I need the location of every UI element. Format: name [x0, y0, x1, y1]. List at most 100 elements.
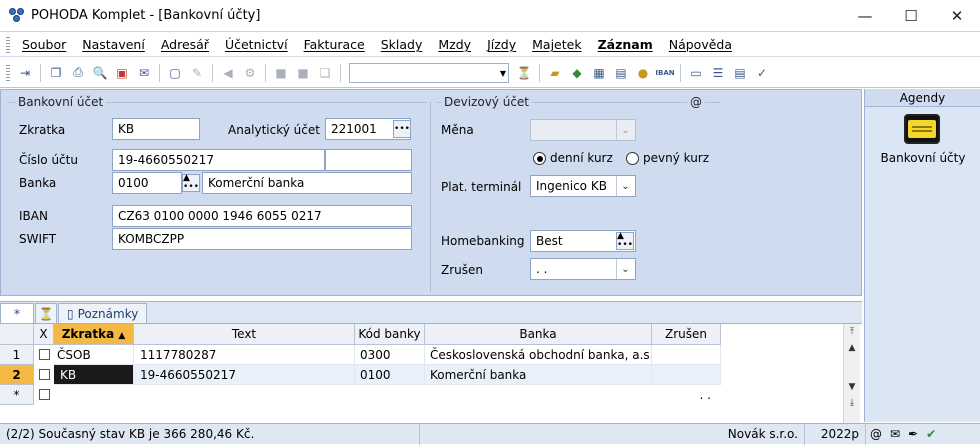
print-icon[interactable]: ⎙ — [68, 63, 88, 83]
menu-majetek[interactable]: Majetek — [524, 37, 589, 52]
report-icon[interactable]: ▤ — [730, 63, 750, 83]
note-icon[interactable]: ▭ — [686, 63, 706, 83]
cell-kod-banky[interactable]: 0300 — [355, 345, 425, 365]
column-header-banka[interactable]: Banka — [425, 324, 652, 345]
menu-nastaveni[interactable]: Nastavení — [74, 37, 153, 52]
menu-bar: Soubor Nastavení Adresář Účetnictví Fakt… — [0, 33, 980, 57]
export-icon[interactable]: ✉ — [134, 63, 154, 83]
settings-gear-icon[interactable]: ⚙ — [240, 63, 260, 83]
list-icon[interactable]: ☰ — [708, 63, 728, 83]
payment-icon[interactable]: ◆ — [567, 63, 587, 83]
tab-star[interactable]: * — [0, 303, 34, 323]
tab-poznamky[interactable]: ▯ Poznámky — [58, 303, 148, 323]
exit-icon[interactable]: ⇥ — [15, 63, 35, 83]
scroll-up-icon[interactable]: ▲ — [844, 340, 860, 356]
minimize-button[interactable]: — — [842, 0, 888, 32]
zkratka-field[interactable]: KB — [112, 118, 200, 140]
cislo-uctu-label: Číslo účtu — [19, 153, 78, 167]
homebanking-label: Homebanking — [441, 234, 525, 248]
denni-kurz-label: denní kurz — [550, 151, 613, 165]
column-header-zrusen[interactable]: Zrušen — [652, 324, 721, 345]
iban-field[interactable]: CZ63 0100 0000 1946 6055 0217 — [112, 205, 412, 227]
cancel-save-icon[interactable]: ■ — [293, 63, 313, 83]
menu-fakturace[interactable]: Fakturace — [296, 37, 373, 52]
scroll-down-icon[interactable]: ▼ — [844, 379, 860, 395]
folder-icon[interactable]: ▰ — [545, 63, 565, 83]
column-header-text[interactable]: Text — [134, 324, 355, 345]
scroll-top-icon[interactable]: ⤒ — [844, 324, 860, 340]
save-icon[interactable]: ■ — [271, 63, 291, 83]
calculator-icon[interactable]: ▤ — [611, 63, 631, 83]
banka-label: Banka — [19, 176, 57, 190]
status-at: @ — [870, 426, 882, 441]
menu-zaznam[interactable]: Záznam — [590, 37, 661, 52]
document-icon: ▯ — [67, 306, 74, 321]
cell-zrusen[interactable] — [652, 345, 721, 365]
pen-icon[interactable]: ✒ — [904, 424, 922, 445]
mail-icon[interactable]: ✉ — [886, 424, 904, 445]
column-header-x[interactable]: X — [34, 324, 54, 345]
back-arrow-icon[interactable]: ◀ — [218, 63, 238, 83]
column-header-zkratka[interactable]: Zkratka ▲ — [54, 324, 134, 345]
row-checkbox[interactable] — [39, 349, 50, 360]
swift-field[interactable]: KOMBCZPP — [112, 228, 412, 250]
cislo-uctu-field[interactable]: 19-4660550217 — [112, 149, 325, 171]
record-form: Bankovní účet Zkratka KB Analytický účet… — [0, 89, 862, 296]
grid-icon[interactable]: ▦ — [589, 63, 609, 83]
scroll-bottom-icon[interactable]: ⤓ — [844, 395, 860, 411]
tab-strip: * ⏳ ▯ Poznámky — [0, 301, 862, 323]
iban-label: IBAN — [19, 209, 48, 223]
cell-zkratka[interactable]: KB — [54, 365, 134, 385]
agenda-panel: Agendy Bankovní účty — [864, 89, 980, 422]
coins-icon[interactable]: ● — [633, 63, 653, 83]
sort-asc-icon: ▲ — [118, 331, 126, 341]
pdf-icon[interactable]: ▣ — [112, 63, 132, 83]
menu-napoveda[interactable]: Nápověda — [661, 37, 740, 52]
cell-text[interactable]: 1117780287 — [134, 345, 355, 365]
tab-poznamky-label: Poznámky — [77, 306, 139, 321]
cell-zrusen[interactable] — [652, 365, 721, 385]
cell-zkratka[interactable] — [54, 385, 134, 405]
menu-mzdy[interactable]: Mzdy — [430, 37, 479, 52]
duplicate-icon[interactable]: ❏ — [315, 63, 335, 83]
edit-record-icon[interactable]: ✎ — [187, 63, 207, 83]
chevron-down-icon: ⌄ — [616, 176, 634, 196]
quick-search-combo[interactable]: ▼ — [349, 62, 509, 83]
vertical-scrollbar[interactable]: ⤒ ▲ ▼ ⤓ — [843, 324, 860, 423]
cell-banka[interactable]: Komerční banka — [425, 365, 652, 385]
tools-icon[interactable]: ✓ — [752, 63, 772, 83]
agenda-title: Agendy — [865, 89, 980, 107]
menu-ucetnictvi[interactable]: Účetnictví — [217, 37, 296, 52]
banka-picker-button[interactable]: ▲ ••• — [182, 174, 200, 192]
cell-zrusen[interactable]: . . — [652, 385, 721, 405]
copy-icon[interactable]: ❐ — [46, 63, 66, 83]
denni-kurz-radio[interactable] — [533, 152, 546, 165]
homebanking-picker-button[interactable]: ▲ ••• — [616, 232, 634, 250]
new-record-icon[interactable]: ▢ — [165, 63, 185, 83]
cell-banka[interactable]: Československá obchodní banka, a.s. — [425, 345, 652, 365]
cell-zkratka[interactable]: ČSOB — [54, 345, 134, 365]
column-header-kod-banky[interactable]: Kód banky — [355, 324, 425, 345]
cislo-uctu-suffix-field[interactable] — [325, 149, 412, 171]
row-checkbox[interactable] — [39, 389, 50, 400]
menu-adresar[interactable]: Adresář — [153, 37, 217, 52]
zrusen-label: Zrušen — [441, 263, 483, 277]
cell-text[interactable]: 19-4660550217 — [134, 365, 355, 385]
agenda-item-label[interactable]: Bankovní účty — [865, 151, 980, 165]
bank-card-icon[interactable] — [904, 114, 940, 144]
row-checkbox[interactable] — [39, 369, 50, 380]
banka-kod-field[interactable]: 0100 — [112, 172, 182, 194]
iban-icon[interactable]: IBAN — [655, 63, 675, 83]
print-preview-icon[interactable]: 🔍 — [90, 63, 110, 83]
cell-kod-banky[interactable]: 0100 — [355, 365, 425, 385]
close-button[interactable]: ✕ — [934, 0, 980, 32]
pevny-kurz-radio[interactable] — [626, 152, 639, 165]
menu-soubor[interactable]: Soubor — [14, 37, 74, 52]
menu-sklady[interactable]: Sklady — [373, 37, 431, 52]
filter-tab-icon[interactable]: ⏳ — [35, 303, 57, 323]
menu-jizdy[interactable]: Jízdy — [479, 37, 524, 52]
maximize-button[interactable]: ☐ — [888, 0, 934, 32]
check-icon[interactable]: ✔ — [922, 424, 940, 445]
filter-icon[interactable]: ⏳ — [514, 63, 534, 83]
analyticky-ucet-picker-button[interactable]: ••• — [393, 120, 411, 138]
